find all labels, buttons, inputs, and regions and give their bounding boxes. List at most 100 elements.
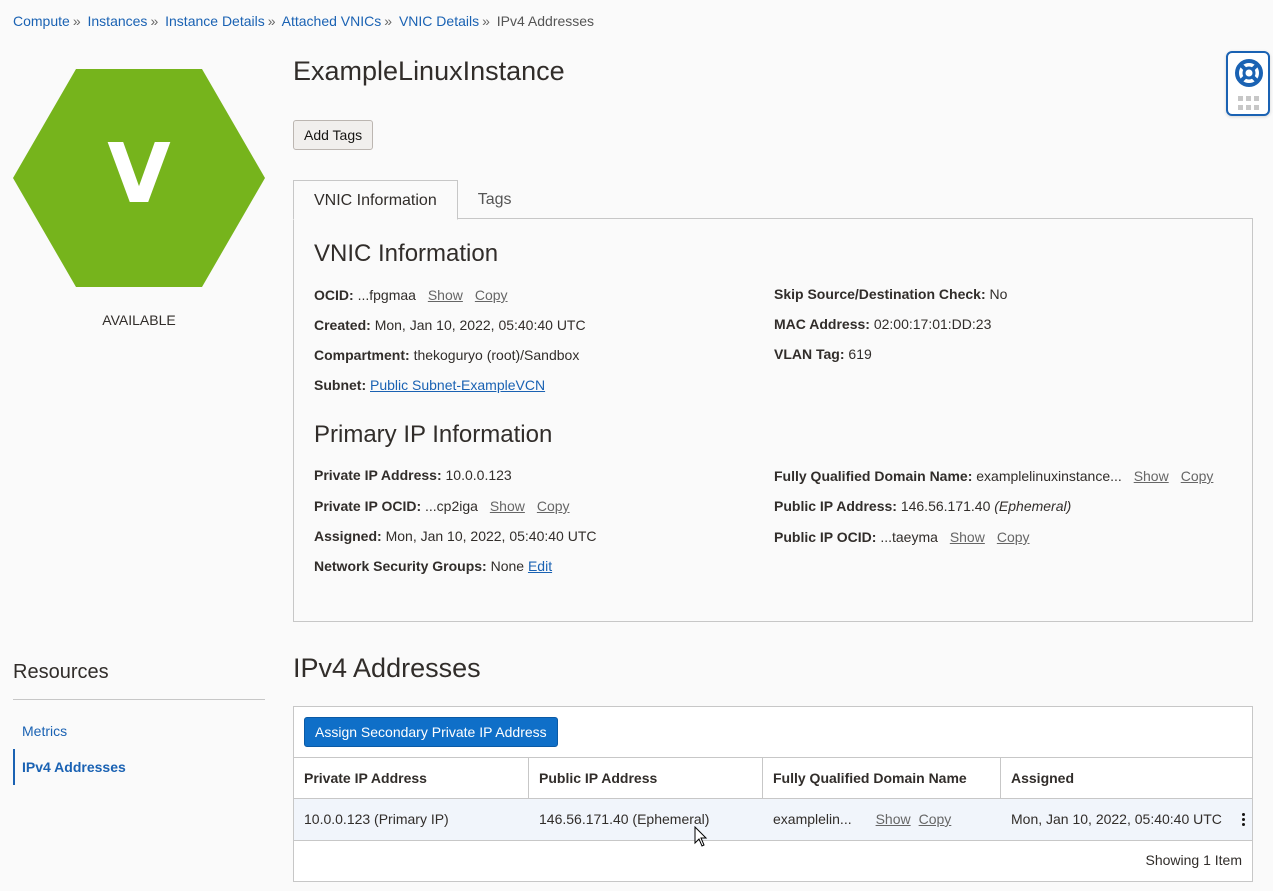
- breadcrumb-vnic-details[interactable]: VNIC Details: [399, 13, 479, 29]
- mac-address-row: MAC Address: 02:00:17:01:DD:23: [774, 316, 991, 332]
- breadcrumb-instances[interactable]: Instances: [88, 13, 148, 29]
- created-value: Mon, Jan 10, 2022, 05:40:40 UTC: [374, 317, 586, 333]
- mac-address-value: 02:00:17:01:DD:23: [873, 316, 992, 332]
- cell-fqdn-value: examplelin...: [773, 811, 852, 827]
- add-tags-button[interactable]: Add Tags: [293, 120, 374, 150]
- skip-check-row: Skip Source/Destination Check: No: [774, 286, 1007, 302]
- cell-assigned: Mon, Jan 10, 2022, 05:40:40 UTC: [1001, 799, 1252, 840]
- vlan-tag-value: 619: [848, 346, 872, 362]
- breadcrumb-separator: »: [482, 13, 490, 29]
- cell-fqdn: examplelin... Show Copy: [763, 799, 1001, 840]
- column-assigned[interactable]: Assigned: [1001, 758, 1252, 798]
- public-ip-label: Public IP Address:: [774, 498, 897, 514]
- column-fqdn[interactable]: Fully Qualified Domain Name: [763, 758, 1001, 798]
- help-widget[interactable]: [1226, 51, 1270, 116]
- public-ip-ocid-value: ...taeyma: [880, 529, 938, 545]
- ocid-label: OCID:: [314, 287, 354, 303]
- row-actions-kebab-icon[interactable]: [1242, 813, 1246, 827]
- breadcrumb-separator: »: [384, 13, 393, 29]
- assigned-label: Assigned:: [314, 528, 382, 544]
- resources-title: Resources: [13, 661, 109, 683]
- vnic-status-hexagon: V: [13, 69, 265, 287]
- public-ip-ocid-row: Public IP OCID: ...taeyma Show Copy: [774, 529, 1030, 545]
- column-public-ip[interactable]: Public IP Address: [529, 758, 763, 798]
- public-ip-ocid-show-link[interactable]: Show: [950, 529, 985, 545]
- public-ip-row: Public IP Address: 146.56.171.40 (Epheme…: [774, 498, 1071, 514]
- skip-check-label: Skip Source/Destination Check:: [774, 286, 986, 302]
- tab-vnic-information[interactable]: VNIC Information: [293, 180, 458, 220]
- breadcrumb-separator: »: [72, 13, 81, 29]
- nsg-value: None: [490, 558, 525, 574]
- detail-tabs: VNIC Information Tags: [293, 180, 532, 220]
- private-ip-ocid-value: ...cp2iga: [425, 498, 478, 514]
- breadcrumb-separator: »: [267, 13, 276, 29]
- public-ip-value: 146.56.171.40: [900, 498, 991, 514]
- subnet-link[interactable]: Public Subnet-ExampleVCN: [370, 377, 545, 393]
- private-ip-ocid-label: Private IP OCID:: [314, 498, 422, 514]
- ipv4-table: Assign Secondary Private IP Address Priv…: [293, 706, 1253, 882]
- fqdn-row: Fully Qualified Domain Name: examplelinu…: [774, 468, 1213, 484]
- ocid-copy-link[interactable]: Copy: [475, 287, 508, 303]
- skip-check-value: No: [989, 286, 1008, 302]
- lifebuoy-icon: [1235, 59, 1263, 87]
- private-ip-row: Private IP Address: 10.0.0.123: [314, 467, 512, 483]
- cell-public-ip: 146.56.171.40 (Ephemeral): [539, 811, 710, 827]
- resource-item-metrics[interactable]: Metrics: [13, 713, 265, 749]
- ocid-row: OCID: ...fpgmaa Show Copy: [314, 287, 508, 303]
- page-title: ExampleLinuxInstance: [293, 56, 565, 86]
- breadcrumb-current: IPv4 Addresses: [496, 13, 595, 29]
- fqdn-copy-link[interactable]: Copy: [1181, 468, 1214, 484]
- public-ip-type: (Ephemeral): [994, 498, 1072, 514]
- private-ip-ocid-row: Private IP OCID: ...cp2iga Show Copy: [314, 498, 570, 514]
- nsg-row: Network Security Groups: None Edit: [314, 558, 552, 574]
- created-label: Created:: [314, 317, 371, 333]
- compartment-row: Compartment: thekoguryo (root)/Sandbox: [314, 347, 579, 363]
- resources-divider: [13, 699, 265, 700]
- breadcrumb-separator: »: [150, 13, 159, 29]
- private-ip-value: 10.0.0.123: [445, 467, 512, 483]
- tab-tags[interactable]: Tags: [458, 180, 532, 219]
- breadcrumb-compute[interactable]: Compute: [13, 13, 70, 29]
- ocid-show-link[interactable]: Show: [428, 287, 463, 303]
- vlan-tag-row: VLAN Tag: 619: [774, 346, 872, 362]
- created-row: Created: Mon, Jan 10, 2022, 05:40:40 UTC: [314, 317, 586, 333]
- ipv4-section-title: IPv4 Addresses: [293, 653, 481, 683]
- public-ip-ocid-copy-link[interactable]: Copy: [997, 529, 1030, 545]
- fqdn-label: Fully Qualified Domain Name:: [774, 468, 973, 484]
- resource-item-ipv4-addresses[interactable]: IPv4 Addresses: [13, 749, 265, 785]
- primary-ip-heading: Primary IP Information: [314, 421, 553, 448]
- vlan-tag-label: VLAN Tag:: [774, 346, 845, 362]
- fqdn-show-link[interactable]: Show: [1134, 468, 1169, 484]
- column-private-ip[interactable]: Private IP Address: [294, 758, 529, 798]
- private-ip-ocid-copy-link[interactable]: Copy: [537, 498, 570, 514]
- fqdn-copy-link[interactable]: Copy: [919, 811, 952, 827]
- drag-grip-icon[interactable]: [1238, 96, 1259, 110]
- nsg-edit-link[interactable]: Edit: [528, 558, 552, 574]
- assign-secondary-ip-button[interactable]: Assign Secondary Private IP Address: [304, 717, 558, 747]
- subnet-label: Subnet:: [314, 377, 367, 393]
- fqdn-show-link[interactable]: Show: [876, 811, 911, 827]
- mac-address-label: MAC Address:: [774, 316, 870, 332]
- fqdn-value: examplelinuxinstance...: [976, 468, 1122, 484]
- breadcrumb-attached-vnics[interactable]: Attached VNICs: [282, 13, 382, 29]
- subnet-row: Subnet: Public Subnet-ExampleVCN: [314, 377, 545, 393]
- table-footer-count: Showing 1 Item: [1145, 852, 1243, 868]
- breadcrumb: Compute» Instances» Instance Details» At…: [13, 13, 594, 29]
- status-label: AVAILABLE: [102, 312, 176, 328]
- assigned-value: Mon, Jan 10, 2022, 05:40:40 UTC: [385, 528, 597, 544]
- private-ip-ocid-show-link[interactable]: Show: [490, 498, 525, 514]
- breadcrumb-instance-details[interactable]: Instance Details: [165, 13, 265, 29]
- assigned-row: Assigned: Mon, Jan 10, 2022, 05:40:40 UT…: [314, 528, 597, 544]
- vnic-info-heading: VNIC Information: [314, 240, 499, 267]
- ocid-value: ...fpgmaa: [357, 287, 416, 303]
- hexagon-icon: V: [13, 69, 265, 287]
- hexagon-letter: V: [107, 127, 171, 222]
- table-header: Private IP Address Public IP Address Ful…: [294, 757, 1252, 799]
- compartment-label: Compartment:: [314, 347, 410, 363]
- public-ip-ocid-label: Public IP OCID:: [774, 529, 877, 545]
- vnic-info-panel: VNIC Information OCID: ...fpgmaa Show Cop…: [293, 218, 1253, 622]
- table-row[interactable]: 10.0.0.123 (Primary IP) 146.56.171.40 (E…: [294, 799, 1252, 841]
- nsg-label: Network Security Groups:: [314, 558, 487, 574]
- compartment-value: thekoguryo (root)/Sandbox: [413, 347, 580, 363]
- cell-assigned-value: Mon, Jan 10, 2022, 05:40:40 UTC: [1011, 811, 1222, 827]
